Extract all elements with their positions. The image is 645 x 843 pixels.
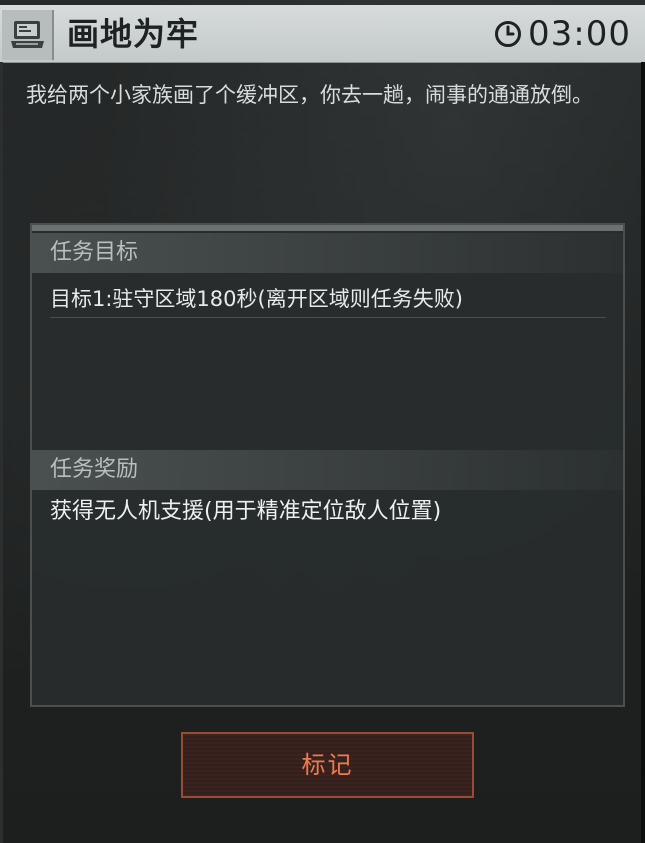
computer-terminal-icon xyxy=(11,21,44,48)
box-top-line xyxy=(32,225,623,231)
mission-timer: 03:00 xyxy=(494,12,631,56)
frame-left-edge xyxy=(0,62,3,843)
mission-title: 画地为牢 xyxy=(67,15,200,53)
mission-details-box: 任务目标 目标1:驻守区域180秒(离开区域则任务失败) 任务奖励 获得无人机支… xyxy=(30,223,625,707)
mission-panel: 画地为牢 03:00 我给两个小家族画了个缓冲区，你去一趟，闹事的通通放倒。 任… xyxy=(0,0,645,843)
title-icon-container xyxy=(2,10,54,60)
clock-icon xyxy=(495,21,522,47)
rewards-header: 任务奖励 xyxy=(32,450,623,490)
reward-item: 获得无人机支援(用于精准定位敌人位置) xyxy=(50,499,442,524)
timer-value: 03:00 xyxy=(528,14,631,54)
objectives-header-label: 任务目标 xyxy=(50,240,139,265)
mark-button-label: 标记 xyxy=(301,751,354,779)
mark-button[interactable]: 标记 xyxy=(181,732,474,798)
objectives-header: 任务目标 xyxy=(32,233,623,273)
objective-item: 目标1:驻守区域180秒(离开区域则任务失败) xyxy=(50,285,606,318)
title-bar: 画地为牢 03:00 xyxy=(0,5,645,63)
rewards-header-label: 任务奖励 xyxy=(50,457,139,482)
frame-right-edge xyxy=(641,62,645,843)
mission-description: 我给两个小家族画了个缓冲区，你去一趟，闹事的通通放倒。 xyxy=(26,83,593,107)
